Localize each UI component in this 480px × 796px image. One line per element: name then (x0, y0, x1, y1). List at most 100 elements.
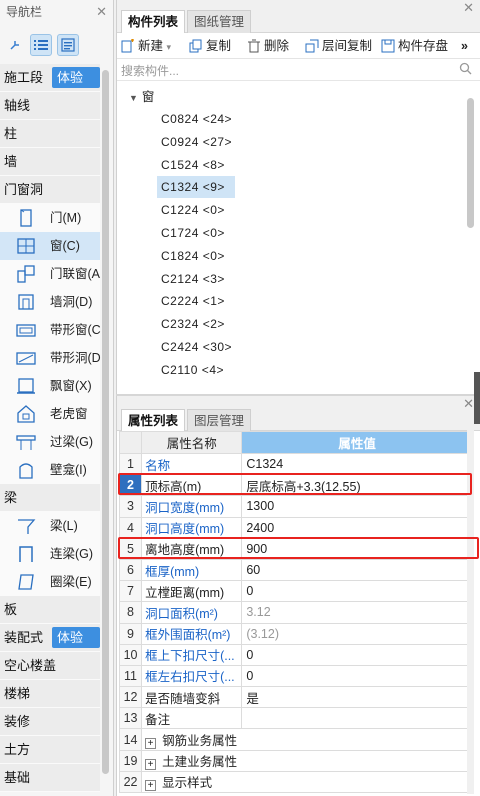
property-value[interactable]: 2400 (241, 516, 473, 539)
search-input[interactable]: 搜索构件... (121, 62, 179, 79)
category-column[interactable]: 柱 (0, 120, 100, 148)
category-decoration[interactable]: 装修 (0, 708, 100, 736)
expand-icon[interactable]: + (145, 759, 157, 771)
tree-item[interactable]: C2124 <3> (157, 268, 235, 290)
category-door-window-opening[interactable]: 门窗洞 (0, 176, 100, 204)
strip-opening-icon (16, 352, 36, 365)
floor-copy-icon (305, 39, 319, 53)
property-rows: 1 名称 C1324 2 顶标高(m) 层底标高+3.3(12.55) 3 洞口宽度(mm) 1… (118, 452, 473, 794)
component-scrollbar[interactable] (467, 98, 474, 228)
property-row[interactable]: 3 洞口宽度(mm) 1300 (118, 495, 473, 518)
nav-item-label: 老虎窗 (50, 407, 88, 421)
nav-item-lintel[interactable]: 过梁(G) (0, 428, 100, 456)
property-value[interactable]: 0 (241, 580, 473, 603)
close-icon[interactable]: ✕ (463, 396, 474, 412)
tree-item[interactable]: C1524 <8> (157, 154, 235, 176)
property-name: 洞口面积(m²) (141, 601, 243, 624)
nav-item-niche[interactable]: 壁龛(I) (0, 456, 100, 484)
category-axis[interactable]: 轴线 (0, 92, 100, 120)
property-row[interactable]: 7 立樘距离(mm) 0 (118, 580, 473, 603)
niche-icon (19, 463, 33, 479)
component-search[interactable]: 搜索构件... (117, 59, 480, 81)
nav-scrollbar[interactable] (102, 70, 109, 774)
nav-item-bay-window[interactable]: 飘窗(X) (0, 372, 100, 400)
tree-item[interactable]: C2224 <1> (157, 290, 235, 312)
search-icon[interactable] (459, 62, 472, 75)
property-row[interactable]: 8 洞口面积(m²) 3.12 (118, 601, 473, 624)
property-value[interactable]: C1324 (241, 452, 473, 476)
store-icon (381, 39, 395, 53)
category-construction-section[interactable]: 施工段 体验版 (0, 64, 100, 106)
tree-item[interactable]: C1224 <0> (157, 199, 235, 221)
expand-icon[interactable]: + (145, 738, 157, 750)
tab-component-list[interactable]: 构件列表 (121, 10, 186, 33)
floor-copy-button[interactable]: 层间复制 (305, 37, 372, 55)
door-window-icon (17, 265, 35, 283)
nav-item-strip-opening[interactable]: 带形洞(D (0, 344, 101, 372)
tree-item[interactable]: C2424 <30> (157, 336, 235, 358)
property-name: 是否随墙变斜 (141, 686, 243, 709)
category-stairs[interactable]: 楼梯 (0, 680, 100, 708)
nav-item-coupling-beam[interactable]: 连梁(G) (0, 540, 100, 568)
category-slab[interactable]: 板 (0, 596, 100, 624)
property-row[interactable]: 10 框上下扣尺寸(... 0 (118, 643, 473, 666)
property-row[interactable]: 6 框厚(mm) 60 (118, 558, 473, 582)
property-value[interactable]: 是 (241, 686, 473, 709)
tree-root-window[interactable]: ▼ 窗 (117, 86, 463, 108)
nav-item-wall-opening[interactable]: 墙洞(D) (0, 288, 100, 316)
property-row[interactable]: 14 + 钢筋业务属性 (118, 728, 473, 751)
property-row[interactable]: 1 名称 C1324 (118, 452, 473, 476)
property-value[interactable]: 1300 (241, 495, 473, 518)
category-prefab[interactable]: 装配式 体验版 (0, 624, 100, 666)
copy-button[interactable]: 复制 (189, 37, 231, 55)
pin-icon[interactable] (4, 34, 26, 56)
property-value[interactable]: 60 (241, 558, 473, 582)
row-number: 12 (118, 686, 143, 709)
nav-item-dormer-window[interactable]: 老虎窗 (0, 400, 100, 428)
category-beam[interactable]: 梁 (0, 484, 100, 512)
tree-item[interactable]: C0924 <27> (157, 131, 235, 153)
nav-item-beam[interactable]: 梁(L) (0, 512, 100, 540)
expand-icon[interactable]: + (145, 780, 157, 792)
detail-view-icon[interactable] (57, 34, 79, 56)
category-earthwork[interactable]: 土方 (0, 736, 100, 764)
property-value[interactable]: (3.12) (241, 622, 473, 645)
tab-layer-management[interactable]: 图层管理 (187, 409, 252, 432)
property-row[interactable]: 4 洞口高度(mm) 2400 (118, 516, 473, 539)
nav-item-strip-window[interactable]: 带形窗(C (0, 316, 101, 344)
property-value[interactable]: 3.12 (241, 601, 473, 624)
category-hollow-floor[interactable]: 空心楼盖 (0, 652, 100, 680)
store-button[interactable]: 构件存盘 (381, 37, 448, 55)
tab-drawing-management[interactable]: 图纸管理 (187, 10, 252, 33)
nav-item-door-window[interactable]: 门联窗(A (0, 260, 100, 288)
property-row[interactable]: 11 框左右扣尺寸(... 0 (118, 664, 473, 688)
collapse-arrow-icon[interactable]: ▼ (129, 93, 138, 103)
category-foundation[interactable]: 基础 (0, 764, 100, 792)
property-value[interactable] (241, 707, 473, 730)
nav-item-door[interactable]: 门(M) (0, 204, 100, 232)
property-row[interactable]: 9 框外围面积(m²) (3.12) (118, 622, 473, 645)
tree-item[interactable]: C2324 <2> (157, 313, 235, 335)
tree-item[interactable]: C1324 <9> (157, 176, 235, 199)
new-button[interactable]: 新建 ▾ (121, 37, 171, 55)
tab-property-list[interactable]: 属性列表 (121, 409, 186, 432)
more-button[interactable]: » (461, 37, 468, 55)
nav-item-window[interactable]: 窗(C) (0, 232, 100, 260)
list-view-icon[interactable] (30, 34, 52, 56)
property-row[interactable]: 22 + 显示样式 (118, 770, 473, 794)
tree-item[interactable]: C1724 <0> (157, 222, 235, 244)
tree-item[interactable]: C2110 <4> (157, 359, 235, 381)
delete-button[interactable]: 删除 (247, 37, 289, 55)
property-value[interactable]: 0 (241, 643, 473, 666)
tree-item[interactable]: C0824 <24> (157, 108, 235, 130)
property-row[interactable]: 19 + 土建业务属性 (118, 749, 473, 772)
category-wall[interactable]: 墙 (0, 148, 100, 176)
close-icon[interactable]: ✕ (96, 0, 107, 24)
property-row[interactable]: 13 备注 (118, 707, 473, 730)
close-icon[interactable]: ✕ (463, 0, 474, 16)
property-value[interactable]: 0 (241, 664, 473, 688)
tree-item[interactable]: C1824 <0> (157, 245, 235, 267)
property-row[interactable]: 12 是否随墙变斜是 (118, 686, 473, 709)
nav-item-ring-beam[interactable]: 圈梁(E) (0, 568, 100, 596)
row-number: 11 (118, 664, 143, 688)
